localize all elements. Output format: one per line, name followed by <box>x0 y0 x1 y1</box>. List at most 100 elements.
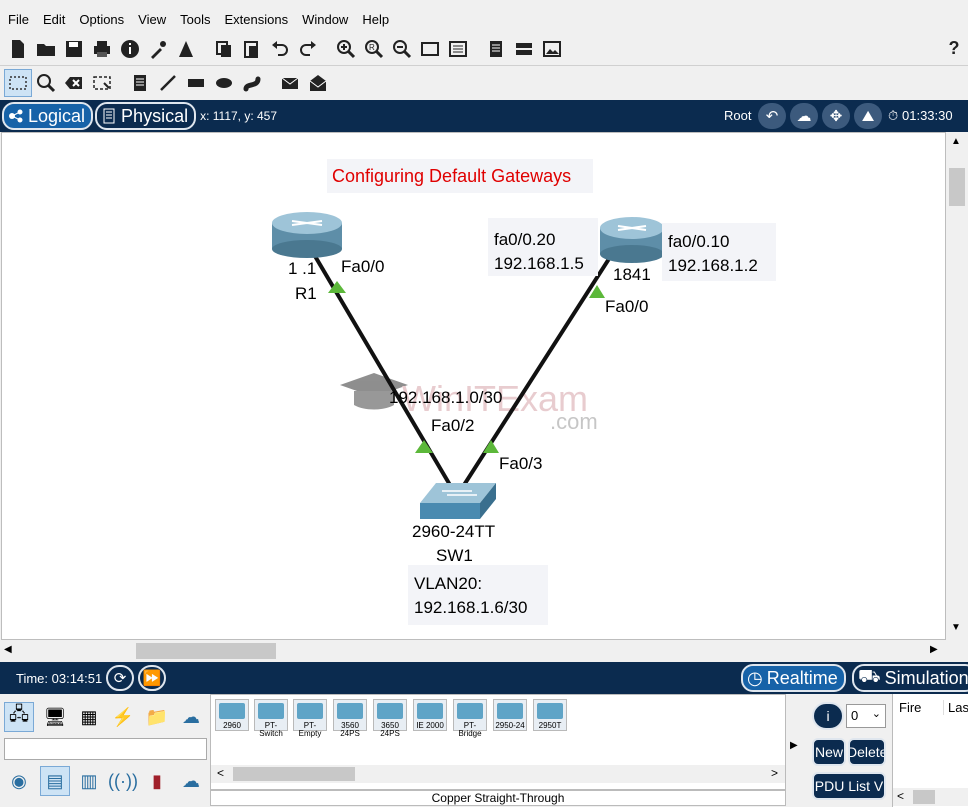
delete-tool-icon[interactable] <box>60 69 88 97</box>
time-label: Time: 03:14:51 <box>16 671 103 686</box>
end-devices-category-icon[interactable]: 🖥 <box>40 702 70 732</box>
logical-workspace[interactable]: WinITExam .com Configuring Default Gatew… <box>1 132 946 640</box>
wireless-subcategory-icon[interactable]: ((·)) <box>108 766 138 796</box>
copy-icon[interactable] <box>210 35 238 63</box>
power-cycle-icon[interactable]: ⟳ <box>106 665 134 691</box>
background-image-icon[interactable]: ⛰ <box>854 103 882 129</box>
move-icon[interactable]: ✥ <box>822 103 850 129</box>
switches-subcategory-icon[interactable]: ▤ <box>40 766 70 796</box>
device-2950-24[interactable]: 2950-24 <box>493 699 527 731</box>
tab-physical[interactable]: Physical <box>95 102 197 130</box>
save-icon[interactable] <box>60 35 88 63</box>
components-category-icon[interactable]: ▦ <box>74 702 104 732</box>
device-ie2000[interactable]: IE 2000 <box>413 699 447 731</box>
scroll-left-icon[interactable]: ◀ <box>4 644 12 655</box>
scroll-right-icon[interactable]: ▶ <box>930 644 938 655</box>
paste-icon[interactable] <box>238 35 266 63</box>
horizontal-scrollbar[interactable]: ◀ ▶ <box>0 640 946 662</box>
draw-rectangle-icon[interactable] <box>182 69 210 97</box>
draw-line-icon[interactable] <box>154 69 182 97</box>
scroll-down-icon[interactable]: ▼ <box>951 622 961 633</box>
delete-label: Delete <box>848 744 886 760</box>
horizontal-scroll-thumb[interactable] <box>136 643 276 659</box>
zoom-in-icon[interactable] <box>332 35 360 63</box>
device-search-box[interactable] <box>4 738 207 760</box>
pdu-scroll-thumb[interactable] <box>913 790 935 804</box>
network-info-icon[interactable] <box>172 35 200 63</box>
switch-sw1-icon[interactable] <box>420 483 496 519</box>
complex-pdu-icon[interactable] <box>304 69 332 97</box>
device-2950t[interactable]: 2950T <box>533 699 567 731</box>
new-scenario-button[interactable]: New <box>812 738 846 766</box>
menu-help[interactable]: Help <box>356 8 397 32</box>
panel-expand-icon[interactable]: ▶ <box>790 740 798 751</box>
simple-pdu-icon[interactable] <box>276 69 304 97</box>
realtime-mode-button[interactable]: ◷ Realtime <box>741 664 846 692</box>
routers-subcategory-icon[interactable]: ◉ <box>4 766 34 796</box>
simulation-mode-button[interactable]: ⛟ Simulation <box>852 664 968 692</box>
zoom-reset-icon[interactable]: R <box>360 35 388 63</box>
vertical-scroll-thumb[interactable] <box>949 168 965 206</box>
device-pt-bridge[interactable]: PT-Bridge <box>453 699 487 738</box>
scenario-select[interactable]: 0 ⌄ <box>846 704 886 728</box>
pdu-table-scrollbar[interactable]: < <box>893 788 968 806</box>
place-note-icon[interactable] <box>126 69 154 97</box>
tab-logical[interactable]: Logical <box>2 102 94 130</box>
help-icon[interactable]: ? <box>940 35 968 63</box>
info-icon[interactable] <box>116 35 144 63</box>
device-scroll-right-icon[interactable]: > <box>771 766 778 780</box>
device-list-scrollbar[interactable]: < > <box>211 765 785 783</box>
menu-window[interactable]: Window <box>296 8 356 32</box>
new-file-icon[interactable] <box>4 35 32 63</box>
device-pt-switch[interactable]: PT-Switch <box>254 699 288 738</box>
redo-icon[interactable] <box>294 35 322 63</box>
cloud-icon[interactable]: ☁ <box>790 103 818 129</box>
network-devices-category-icon[interactable]: 🖧 <box>4 702 34 732</box>
custom-device-icon[interactable] <box>444 35 472 63</box>
device-3650[interactable]: 3650 24PS <box>373 699 407 738</box>
open-folder-icon[interactable] <box>32 35 60 63</box>
scroll-up-icon[interactable]: ▲ <box>951 136 961 147</box>
drawing-palette-icon[interactable] <box>416 35 444 63</box>
pdu-scroll-left-icon[interactable]: < <box>897 789 904 803</box>
menu-edit[interactable]: Edit <box>37 8 73 32</box>
menu-options[interactable]: Options <box>73 8 132 32</box>
resize-tool-icon[interactable] <box>88 69 116 97</box>
notes-icon[interactable] <box>482 35 510 63</box>
menu-extensions[interactable]: Extensions <box>218 8 296 32</box>
multiuser-category-icon[interactable]: ☁ <box>176 702 206 732</box>
device-3560[interactable]: 3560 24PS <box>333 699 367 738</box>
wizard-icon[interactable] <box>144 35 172 63</box>
freeform-icon[interactable] <box>238 69 266 97</box>
scenario-select-value: 0 <box>851 708 859 723</box>
misc-category-icon[interactable]: 📁 <box>142 702 172 732</box>
hubs-subcategory-icon[interactable]: ▥ <box>74 766 104 796</box>
svg-text:R: R <box>369 43 375 52</box>
device-scroll-thumb[interactable] <box>233 767 355 781</box>
router-r1-icon[interactable] <box>272 212 342 258</box>
vertical-scrollbar[interactable]: ▲ ▼ <box>946 132 968 640</box>
security-subcategory-icon[interactable]: ▮ <box>142 766 172 796</box>
zoom-out-icon[interactable] <box>388 35 416 63</box>
device-scroll-left-icon[interactable]: < <box>217 766 224 780</box>
image-icon[interactable] <box>538 35 566 63</box>
device-2960[interactable]: 2960 <box>215 699 249 731</box>
back-icon[interactable]: ↶ <box>758 103 786 129</box>
inspect-tool-icon[interactable] <box>32 69 60 97</box>
print-icon[interactable] <box>88 35 116 63</box>
pdu-list-button[interactable]: PDU List V <box>812 772 886 800</box>
menu-tools[interactable]: Tools <box>174 8 218 32</box>
select-tool-icon[interactable] <box>4 69 32 97</box>
wan-emulation-subcategory-icon[interactable]: ☁ <box>176 766 206 796</box>
cluster-icon[interactable] <box>510 35 538 63</box>
undo-icon[interactable] <box>266 35 294 63</box>
router-r2-icon[interactable] <box>600 217 664 263</box>
menu-file[interactable]: File <box>2 8 37 32</box>
pdu-info-icon[interactable]: i <box>812 702 844 730</box>
fast-forward-icon[interactable]: ⏩ <box>138 665 166 691</box>
delete-scenario-button[interactable]: Delete <box>848 738 886 766</box>
connections-category-icon[interactable]: ⚡ <box>108 702 138 732</box>
draw-ellipse-icon[interactable] <box>210 69 238 97</box>
device-pt-empty[interactable]: PT-Empty <box>293 699 327 738</box>
menu-view[interactable]: View <box>132 8 174 32</box>
